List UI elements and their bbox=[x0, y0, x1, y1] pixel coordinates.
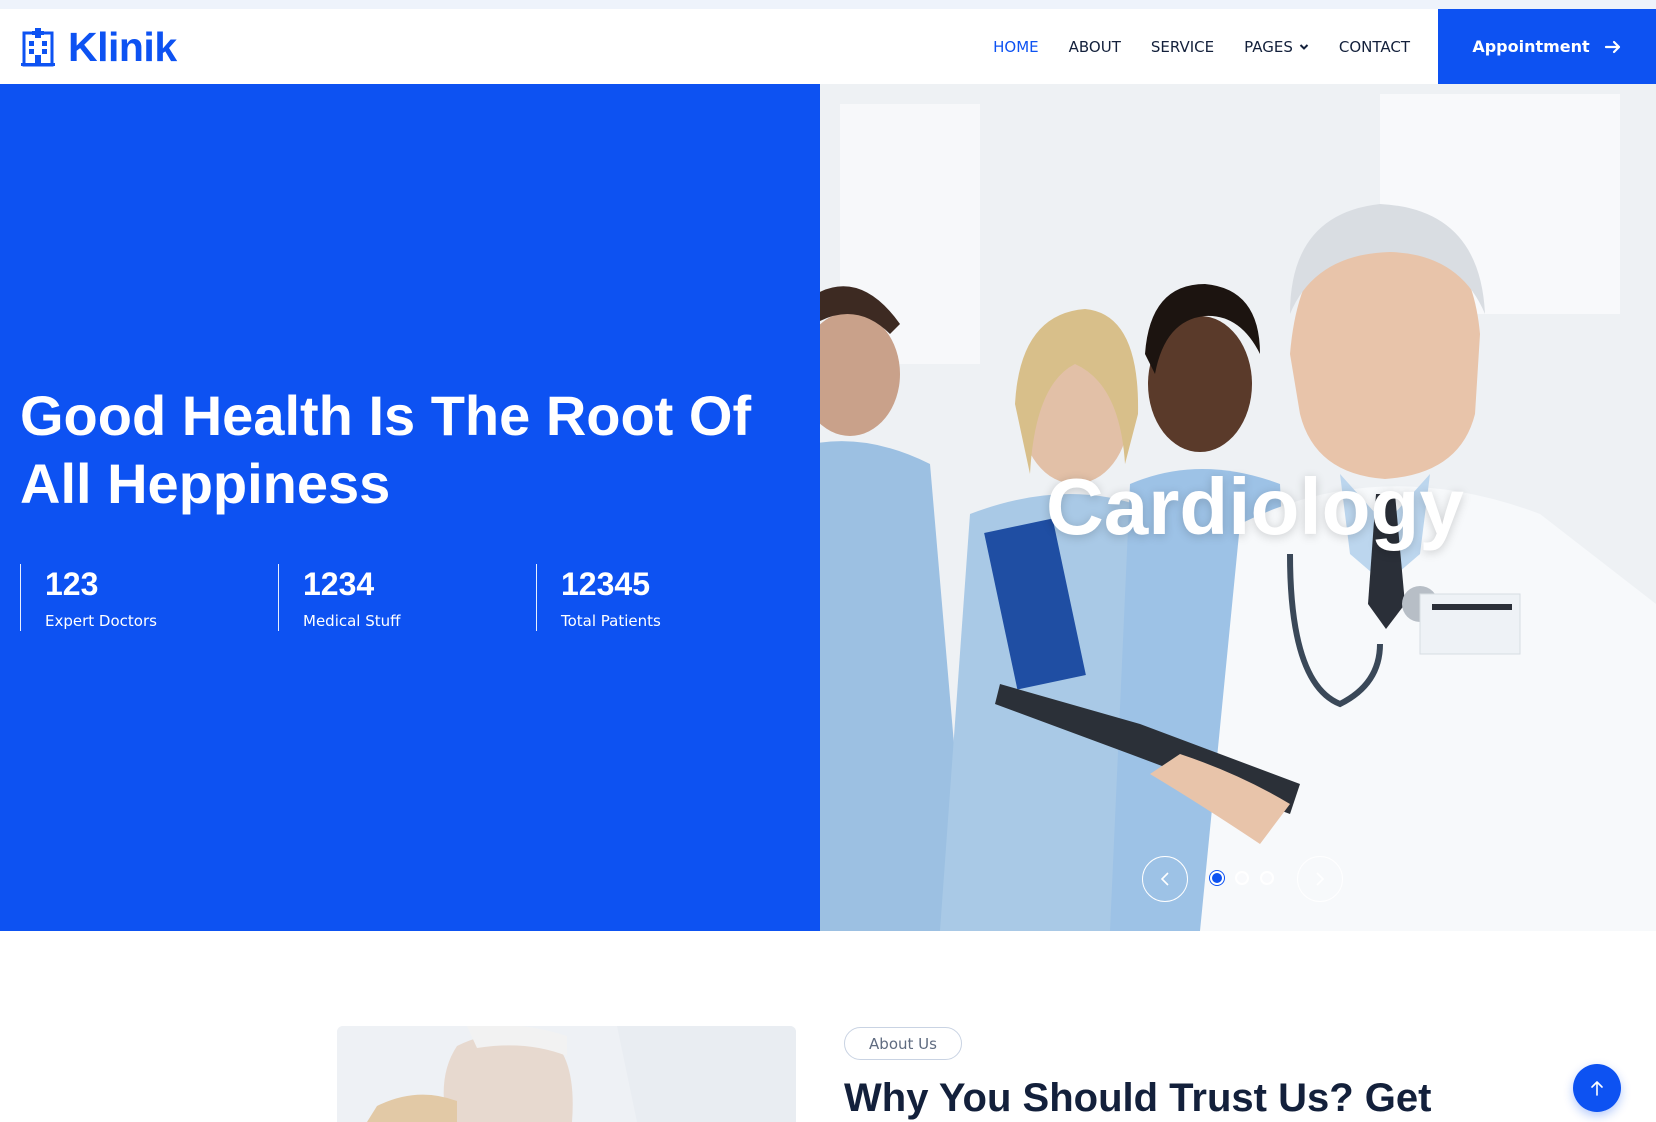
nav-item-label: HOME bbox=[993, 37, 1039, 56]
hero-stats: 123 Expert Doctors 1234 Medical Stuff 12… bbox=[20, 564, 794, 631]
arrow-up-icon bbox=[1591, 1081, 1603, 1096]
stat-value: 1234 bbox=[303, 566, 375, 602]
arrow-right-icon bbox=[1604, 40, 1620, 53]
stat-medical-stuff: 1234 Medical Stuff bbox=[278, 564, 536, 631]
chevron-right-icon bbox=[1316, 872, 1325, 886]
stat-expert-doctors: 123 Expert Doctors bbox=[20, 564, 278, 631]
appointment-label: Appointment bbox=[1472, 37, 1590, 56]
hero-panel: Good Health Is The Root Of All Heppiness… bbox=[0, 84, 820, 931]
main-nav: HOME ABOUT SERVICE PAGES CONTACT bbox=[993, 9, 1410, 84]
about-us-badge: About Us bbox=[844, 1027, 962, 1060]
hospital-building-icon bbox=[21, 28, 55, 67]
about-image bbox=[337, 1026, 796, 1122]
appointment-button[interactable]: Appointment bbox=[1438, 9, 1656, 84]
nav-item-about[interactable]: ABOUT bbox=[1069, 38, 1121, 56]
chevron-left-icon bbox=[1160, 872, 1169, 886]
nav-item-label: SERVICE bbox=[1150, 37, 1215, 56]
navbar: Klinik HOME ABOUT SERVICE PAGES CONTACT … bbox=[0, 9, 1656, 84]
carousel-prev-button[interactable] bbox=[1142, 856, 1188, 902]
chevron-down-icon bbox=[1299, 43, 1309, 50]
carousel-next-button[interactable] bbox=[1297, 856, 1343, 902]
nav-item-label: PAGES bbox=[1244, 37, 1293, 56]
stat-label: Medical Stuff bbox=[303, 612, 401, 630]
stat-value: 12345 bbox=[561, 566, 650, 602]
hero-title: Good Health Is The Root Of All Heppiness bbox=[20, 384, 752, 515]
stat-value: 123 bbox=[45, 566, 99, 602]
top-strip bbox=[0, 0, 1656, 9]
brand-logo[interactable]: Klinik bbox=[20, 23, 177, 71]
about-heading: Why You Should Trust Us? Get bbox=[844, 1076, 1432, 1120]
carousel-dot-1[interactable] bbox=[1210, 871, 1224, 885]
about-photo bbox=[337, 1026, 796, 1122]
nav-item-label: ABOUT bbox=[1068, 37, 1121, 56]
carousel-dot-3[interactable] bbox=[1260, 871, 1274, 885]
brand-name: Klinik bbox=[68, 23, 177, 70]
stat-total-patients: 12345 Total Patients bbox=[536, 564, 794, 631]
stat-label: Expert Doctors bbox=[45, 612, 157, 630]
nav-item-home[interactable]: HOME bbox=[993, 38, 1039, 56]
stat-label: Total Patients bbox=[561, 612, 661, 630]
slide-title: Cardiology bbox=[1046, 462, 1464, 551]
nav-item-contact[interactable]: CONTACT bbox=[1339, 38, 1410, 56]
nav-item-pages[interactable]: PAGES bbox=[1244, 38, 1309, 56]
back-to-top-button[interactable] bbox=[1573, 1064, 1621, 1112]
nav-item-label: CONTACT bbox=[1338, 37, 1410, 56]
carousel-dot-2[interactable] bbox=[1235, 871, 1249, 885]
carousel-dots bbox=[1210, 871, 1274, 885]
hero-carousel: Cardiology bbox=[820, 84, 1656, 931]
nav-item-service[interactable]: SERVICE bbox=[1151, 38, 1214, 56]
